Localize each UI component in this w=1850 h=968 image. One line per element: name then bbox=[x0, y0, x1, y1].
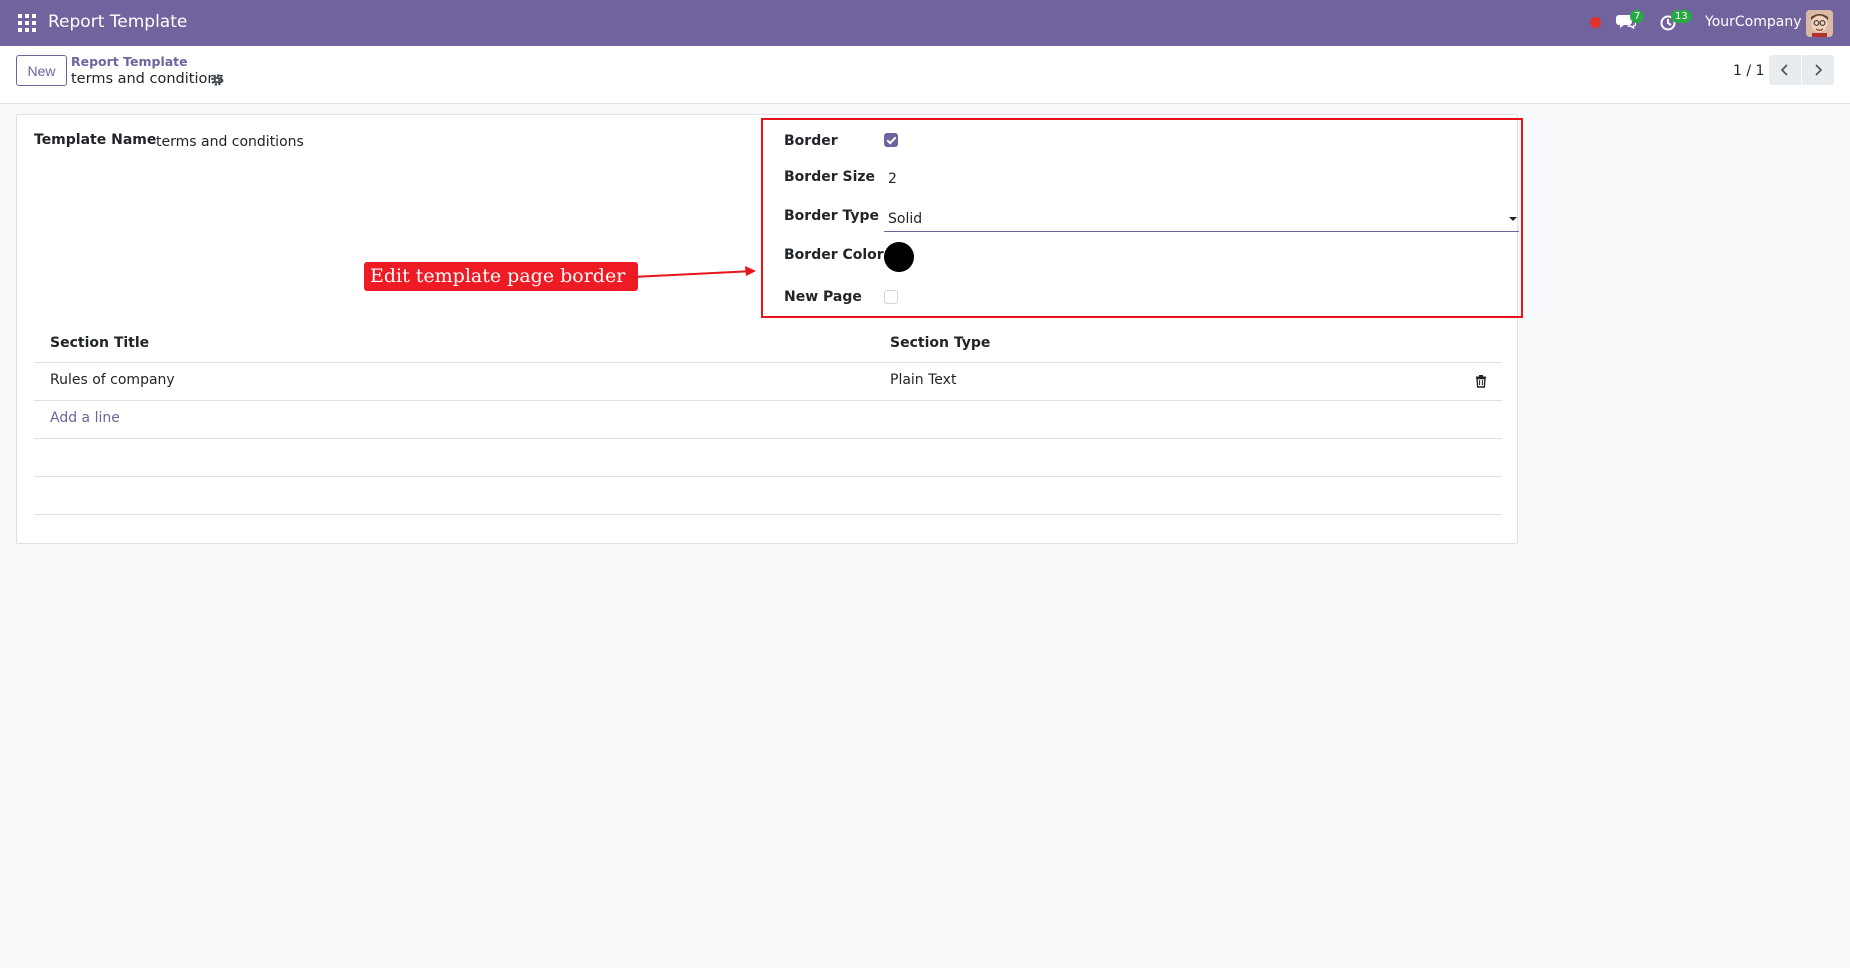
chevron-left-icon bbox=[1780, 64, 1788, 76]
template-name-label: Template Name bbox=[34, 132, 157, 148]
border-type-value: Solid bbox=[888, 211, 923, 227]
form-sheet: Template Name terms and conditions Borde… bbox=[16, 114, 1519, 544]
trash-icon[interactable] bbox=[1474, 373, 1488, 388]
table-divider bbox=[34, 476, 1502, 477]
user-avatar-icon bbox=[1806, 10, 1833, 37]
pager-next-button[interactable] bbox=[1802, 55, 1834, 85]
column-header-section-title[interactable]: Section Title bbox=[50, 335, 149, 351]
column-header-section-type[interactable]: Section Type bbox=[890, 335, 990, 351]
pager-previous-button[interactable] bbox=[1769, 55, 1801, 85]
border-type-select[interactable]: Solid bbox=[884, 207, 1519, 232]
border-type-label: Border Type bbox=[784, 208, 880, 224]
border-size-label: Border Size bbox=[784, 169, 876, 185]
top-navbar: Report Template 7 13 YourCompany bbox=[0, 0, 1850, 46]
new-button[interactable]: New bbox=[16, 55, 67, 86]
user-avatar[interactable] bbox=[1806, 10, 1833, 37]
table-cell-section-title[interactable]: Rules of company bbox=[50, 372, 175, 388]
table-divider bbox=[34, 400, 1502, 401]
border-size-field[interactable]: 2 bbox=[888, 171, 897, 187]
border-color-picker[interactable] bbox=[884, 242, 914, 272]
breadcrumb-current: terms and conditions bbox=[71, 71, 225, 87]
table-divider bbox=[34, 438, 1502, 439]
annotation-arrow-icon bbox=[631, 266, 756, 278]
pager-value[interactable]: 1 / 1 bbox=[1733, 63, 1764, 79]
activity-badge: 13 bbox=[1671, 10, 1692, 23]
new-page-label: New Page bbox=[784, 289, 862, 305]
breadcrumb-parent-link[interactable]: Report Template bbox=[71, 54, 188, 69]
gear-icon[interactable] bbox=[210, 73, 224, 87]
apps-menu-icon[interactable] bbox=[18, 14, 36, 32]
border-label: Border bbox=[784, 133, 838, 149]
template-name-field[interactable]: terms and conditions bbox=[156, 134, 304, 150]
add-line-link[interactable]: Add a line bbox=[50, 410, 120, 426]
border-checkbox[interactable] bbox=[884, 133, 898, 147]
activity-icon[interactable]: 13 bbox=[1660, 10, 1692, 33]
table-divider bbox=[34, 514, 1502, 515]
chevron-right-icon bbox=[1815, 64, 1823, 76]
new-page-checkbox[interactable] bbox=[884, 290, 898, 304]
table-divider bbox=[34, 362, 1502, 363]
border-color-label: Border Color bbox=[784, 247, 884, 263]
recording-dot-icon bbox=[1590, 17, 1601, 28]
app-title[interactable]: Report Template bbox=[48, 12, 187, 32]
annotation-label: Edit template page border bbox=[364, 262, 639, 291]
table-cell-section-type[interactable]: Plain Text bbox=[890, 372, 956, 388]
messaging-icon[interactable]: 7 bbox=[1616, 10, 1645, 33]
control-panel: New Report Template terms and conditions… bbox=[0, 46, 1850, 104]
messaging-badge: 7 bbox=[1630, 10, 1645, 23]
caret-down-icon bbox=[1509, 217, 1517, 221]
company-switcher[interactable]: YourCompany bbox=[1705, 14, 1802, 30]
